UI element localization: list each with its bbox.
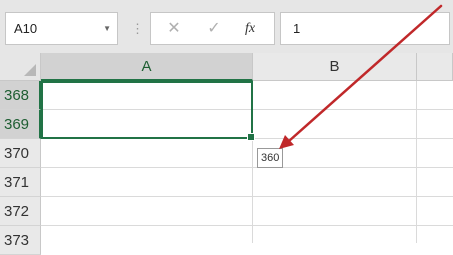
annotation-arrow-icon — [279, 4, 443, 149]
